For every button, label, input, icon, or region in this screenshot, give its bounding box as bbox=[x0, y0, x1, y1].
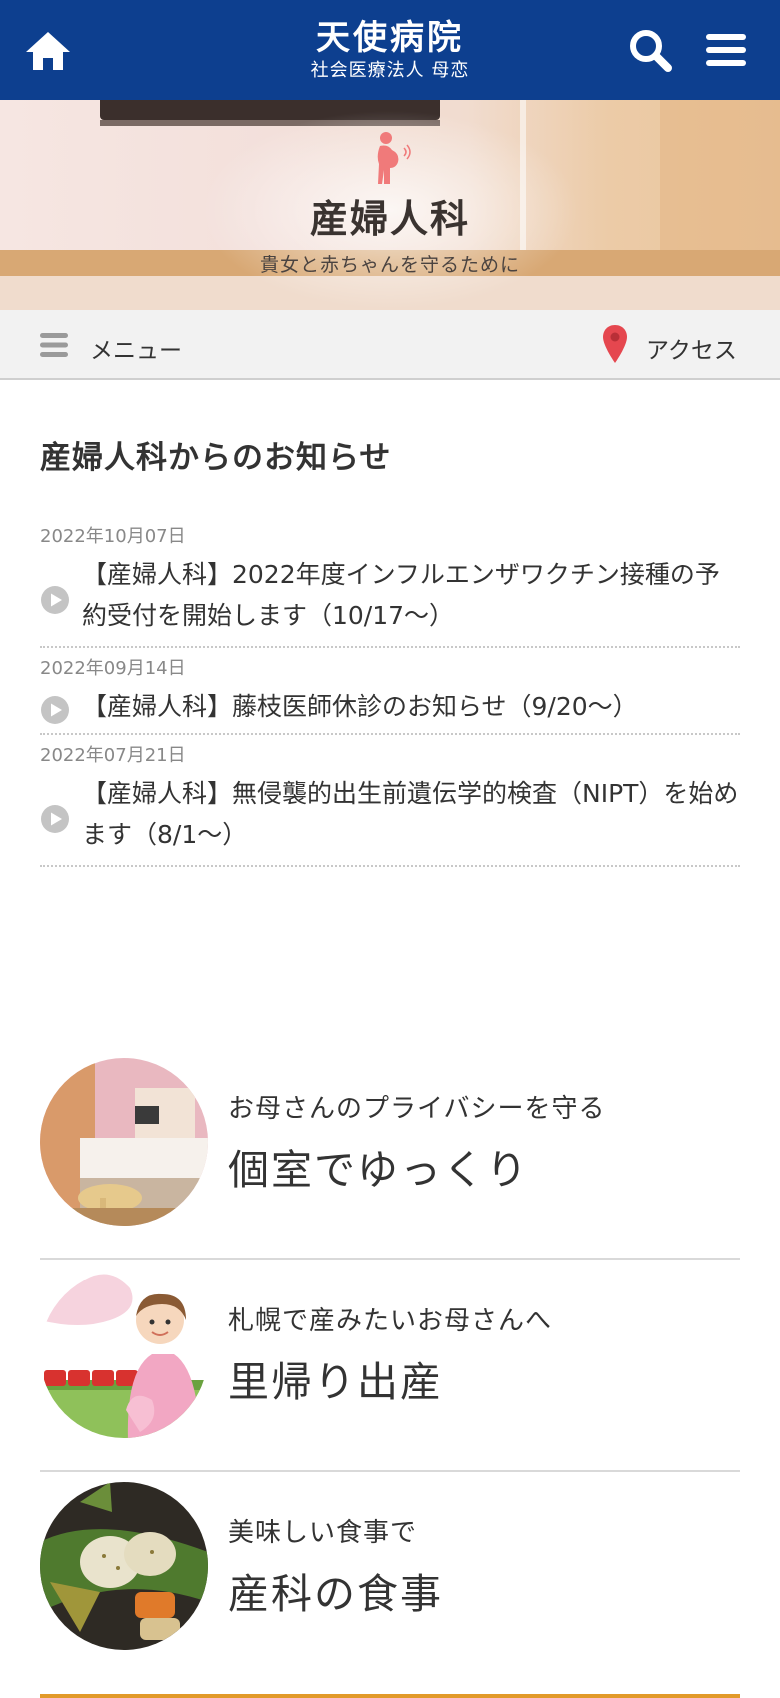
search-icon[interactable] bbox=[626, 26, 674, 74]
brand-subtitle: 社会医療法人 母恋 bbox=[310, 60, 470, 81]
sub-navigation: メニュー アクセス bbox=[0, 310, 780, 380]
news-date: 2022年10月07日 bbox=[40, 526, 186, 547]
play-bullet-icon bbox=[41, 695, 69, 724]
feature-title: 個室でゆっくり bbox=[228, 1146, 529, 1194]
section-menu-label: メニュー bbox=[90, 338, 182, 364]
news-date: 2022年07月21日 bbox=[40, 745, 186, 766]
list-menu-icon bbox=[40, 333, 68, 357]
homecoming-birth-illustration bbox=[40, 1270, 208, 1438]
brand-name: 天使病院 bbox=[316, 18, 464, 58]
hamburger-menu-icon[interactable] bbox=[702, 28, 750, 72]
feature-private-room[interactable]: お母さんのプライバシーを守る 個室でゆっくり bbox=[40, 1048, 740, 1260]
play-bullet-icon bbox=[41, 805, 69, 833]
play-bullet-icon bbox=[41, 586, 69, 614]
private-room-photo bbox=[40, 1058, 208, 1226]
pregnant-woman-icon bbox=[366, 130, 414, 186]
access-label: アクセス bbox=[646, 338, 737, 364]
feature-list: お母さんのプライバシーを守る 個室でゆっくり 札幌で産みたいお母さんへ 里帰り出… bbox=[40, 1048, 740, 1698]
feature-pretext: お母さんのプライバシーを守る bbox=[228, 1094, 606, 1124]
news-list: 2022年10月07日 【産婦人科】2022年度インフルエンザワクチン接種の予約… bbox=[40, 516, 740, 867]
access-button[interactable]: アクセス bbox=[600, 324, 750, 366]
news-item[interactable]: 2022年07月21日 【産婦人科】無侵襲的出生前遺伝学的検査（NIPT）を始め… bbox=[40, 735, 740, 867]
home-icon[interactable] bbox=[22, 28, 74, 74]
map-pin-icon bbox=[603, 325, 627, 363]
page-subtitle: 貴女と赤ちゃんを守るために bbox=[259, 254, 520, 276]
news-title: 【産婦人科】藤枝医師休診のお知らせ（9/20～） bbox=[82, 692, 638, 721]
feature-maternity-meals[interactable]: 美味しい食事で 産科の食事 bbox=[40, 1472, 740, 1698]
feature-title: 産科の食事 bbox=[228, 1570, 443, 1618]
feature-pretext: 札幌で産みたいお母さんへ bbox=[228, 1306, 553, 1336]
top-header: 天使病院 社会医療法人 母恋 bbox=[0, 0, 780, 100]
news-item[interactable]: 2022年10月07日 【産婦人科】2022年度インフルエンザワクチン接種の予約… bbox=[40, 516, 740, 648]
brand-logo[interactable]: 天使病院 社会医療法人 母恋 bbox=[230, 18, 550, 84]
news-date: 2022年09月14日 bbox=[40, 658, 186, 679]
news-title: 【産婦人科】2022年度インフルエンザワクチン接種の予約受付を開始します（10/… bbox=[82, 560, 720, 630]
feature-title: 里帰り出産 bbox=[228, 1358, 443, 1406]
feature-pretext: 美味しい食事で bbox=[228, 1518, 418, 1548]
page-title: 産婦人科 bbox=[309, 197, 470, 241]
news-title: 【産婦人科】無侵襲的出生前遺伝学的検査（NIPT）を始めます（8/1～） bbox=[82, 779, 739, 849]
meal-photo bbox=[40, 1482, 208, 1650]
news-heading: 産婦人科からのお知らせ bbox=[40, 440, 392, 476]
feature-homecoming-birth[interactable]: 札幌で産みたいお母さんへ 里帰り出産 bbox=[40, 1260, 740, 1472]
news-item[interactable]: 2022年09月14日 【産婦人科】藤枝医師休診のお知らせ（9/20～） bbox=[40, 648, 740, 735]
